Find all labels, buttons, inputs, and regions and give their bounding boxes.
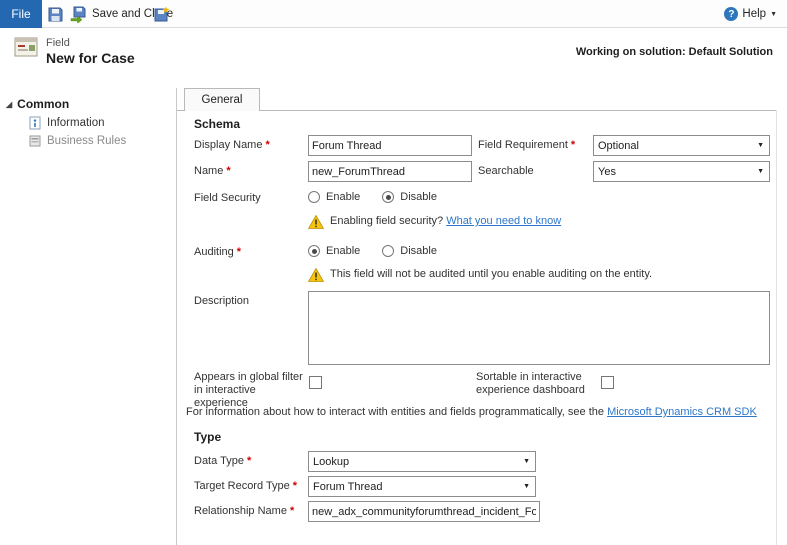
field-editor-window: File Save and Close ?	[0, 0, 787, 545]
name-input[interactable]	[308, 161, 472, 182]
help-menu[interactable]: ? Help ▼	[724, 0, 777, 28]
data-type-label: Data Type*	[194, 455, 251, 467]
auditing-enable-label: Enable	[326, 245, 360, 257]
field-requirement-select[interactable]: Optional ▼	[593, 135, 770, 156]
auditing-enable-radio[interactable]	[308, 245, 320, 257]
searchable-value: Yes	[594, 166, 752, 178]
field-security-enable-radio[interactable]	[308, 191, 320, 203]
field-requirement-value: Optional	[594, 140, 752, 152]
chevron-down-icon: ▼	[752, 142, 769, 149]
tab-general[interactable]: General	[184, 88, 260, 111]
display-name-input[interactable]	[308, 135, 472, 156]
warning-icon	[308, 268, 324, 282]
required-marker: *	[247, 455, 251, 467]
chevron-down-icon: ▼	[518, 483, 535, 490]
required-marker: *	[293, 480, 297, 492]
page-title: New for Case	[46, 50, 135, 66]
warning-icon	[308, 215, 324, 229]
required-marker: *	[571, 139, 575, 151]
sdk-note: For information about how to interact wi…	[186, 406, 757, 418]
chevron-down-icon: ▼	[770, 11, 777, 18]
help-icon: ?	[724, 7, 738, 21]
searchable-select[interactable]: Yes ▼	[593, 161, 770, 182]
field-security-disable-radio[interactable]	[382, 191, 394, 203]
sortable-checkbox[interactable]	[601, 376, 614, 389]
schema-section-heading: Schema	[194, 117, 240, 131]
field-security-label: Field Security	[194, 192, 261, 204]
record-type-label: Field	[46, 37, 70, 49]
file-button[interactable]: File	[0, 0, 42, 28]
field-security-warning: Enabling field security? What you need t…	[308, 215, 561, 229]
name-label-text: Name	[194, 165, 223, 177]
sortable-label: Sortable in interactive experience dashb…	[476, 371, 601, 397]
sidebar-group-common[interactable]: ◢ Common	[6, 97, 69, 111]
file-button-label: File	[11, 7, 30, 21]
display-name-label: Display Name*	[194, 139, 270, 151]
required-marker: *	[265, 139, 269, 151]
sidebar-item-information[interactable]: Information	[28, 116, 105, 130]
tab-general-label: General	[202, 94, 243, 106]
save-and-close-button[interactable]	[70, 5, 88, 23]
relationship-name-label-text: Relationship Name	[194, 505, 287, 517]
target-record-type-value: Forum Thread	[309, 481, 518, 493]
field-security-radio-group: Enable Disable	[308, 191, 453, 203]
relationship-name-label: Relationship Name*	[194, 505, 294, 517]
save-and-new-button[interactable]	[152, 5, 170, 23]
field-security-disable-label: Disable	[400, 191, 437, 203]
chevron-down-icon: ▼	[752, 168, 769, 175]
auditing-label-text: Auditing	[194, 246, 234, 258]
required-marker: *	[290, 505, 294, 517]
auditing-radio-group: Enable Disable	[308, 245, 453, 257]
field-requirement-label: Field Requirement*	[478, 139, 575, 151]
data-type-label-text: Data Type	[194, 455, 244, 467]
sidebar-divider	[176, 88, 177, 545]
sidebar-item-label: Business Rules	[47, 135, 126, 147]
data-type-value: Lookup	[309, 456, 518, 468]
global-filter-label: Appears in global filter in interactive …	[194, 371, 306, 410]
content-right-border	[776, 110, 777, 545]
sdk-link[interactable]: Microsoft Dynamics CRM SDK	[607, 406, 757, 418]
relationship-name-input[interactable]	[308, 501, 540, 522]
toolbar: File Save and Close ?	[0, 0, 787, 28]
chevron-down-icon: ▼	[518, 458, 535, 465]
sidebar-item-business-rules[interactable]: Business Rules	[28, 134, 126, 148]
name-label: Name*	[194, 165, 231, 177]
auditing-label: Auditing*	[194, 246, 241, 258]
global-filter-checkbox[interactable]	[309, 376, 322, 389]
target-record-type-label: Target Record Type*	[194, 480, 297, 492]
information-icon	[28, 116, 42, 130]
save-and-new-icon	[153, 6, 170, 23]
save-icon	[47, 6, 64, 23]
description-label: Description	[194, 295, 249, 307]
help-label: Help	[742, 8, 766, 20]
description-textarea[interactable]	[308, 291, 770, 365]
security-warning-text: Enabling field security?	[330, 215, 443, 227]
searchable-label: Searchable	[478, 165, 534, 177]
required-marker: *	[226, 165, 230, 177]
sidebar-group-label: Common	[17, 97, 69, 111]
auditing-warning: This field will not be audited until you…	[308, 268, 652, 282]
save-button[interactable]	[46, 5, 64, 23]
field-entity-icon	[14, 36, 40, 63]
type-section-heading: Type	[194, 430, 221, 444]
security-warning-link[interactable]: What you need to know	[446, 215, 561, 227]
tree-expand-icon: ◢	[6, 100, 12, 109]
sdk-note-text: For information about how to interact wi…	[186, 406, 604, 418]
required-marker: *	[237, 246, 241, 258]
auditing-warning-text: This field will not be audited until you…	[330, 268, 652, 280]
target-record-type-select[interactable]: Forum Thread ▼	[308, 476, 536, 497]
field-requirement-label-text: Field Requirement	[478, 139, 568, 151]
target-record-type-label-text: Target Record Type	[194, 480, 290, 492]
data-type-select[interactable]: Lookup ▼	[308, 451, 536, 472]
auditing-disable-radio[interactable]	[382, 245, 394, 257]
display-name-label-text: Display Name	[194, 139, 262, 151]
working-on-solution-label: Working on solution: Default Solution	[576, 46, 773, 58]
business-rules-icon	[28, 134, 42, 148]
content-top-border	[177, 110, 776, 111]
field-security-enable-label: Enable	[326, 191, 360, 203]
save-and-close-icon	[70, 6, 88, 23]
auditing-disable-label: Disable	[400, 245, 437, 257]
sidebar-item-label: Information	[47, 117, 105, 129]
